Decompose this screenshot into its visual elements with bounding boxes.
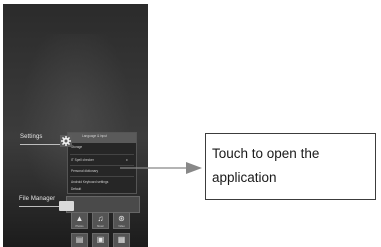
manual-figure: Settings Language & input Storage IT Spe… (0, 0, 381, 247)
grid-icon: ▦ (117, 235, 126, 244)
apk-tile[interactable]: ▣ (92, 233, 109, 247)
folder-icon[interactable] (59, 201, 74, 211)
settings-gear-icon[interactable] (60, 135, 72, 147)
music-icon: ♫ (97, 214, 104, 223)
tile-caption: Music (97, 225, 104, 228)
video-tile[interactable]: ⊛ Video (113, 212, 130, 229)
settings-row-default: Default (71, 187, 82, 191)
settings-divider (70, 176, 134, 177)
settings-row-spell-checker: IT Spell checker (71, 158, 94, 162)
gallery-tile[interactable]: ▲ Photos (71, 212, 88, 229)
settings-app-thumbnail[interactable]: Language & input Storage IT Spell checke… (67, 132, 137, 194)
settings-row-toggle-icon: ≡ (126, 158, 128, 162)
settings-row-dictionary: Personal dictionary (71, 169, 99, 173)
file-manager-app-thumbnail[interactable] (66, 196, 140, 213)
tile-caption: Video (118, 225, 125, 228)
settings-row-storage: Storage (71, 145, 83, 149)
video-icon: ⊛ (118, 214, 125, 223)
document-icon: ▤ (75, 235, 84, 244)
grid-tile[interactable]: ▦ (113, 233, 130, 247)
file-manager-app-label: File Manager (19, 196, 56, 202)
settings-leader-line (20, 144, 62, 145)
settings-row-keyboard: Android Keyboard settings (71, 180, 109, 184)
settings-app-label: Settings (20, 134, 43, 140)
callout-text: Touch to open the application (212, 146, 320, 185)
music-tile[interactable]: ♫ Music (92, 212, 109, 229)
document-tile[interactable]: ▤ (71, 233, 88, 247)
recent-apps-screen: Settings Language & input Storage IT Spe… (3, 4, 148, 247)
callout-box: Touch to open the application (205, 133, 376, 200)
settings-row-language: Language & input (82, 134, 107, 138)
file-manager-category-grid: ▲ Photos ♫ Music ⊛ Video ▤ ▣ ▦ (71, 212, 133, 247)
gallery-icon: ▲ (75, 214, 84, 223)
tile-caption: Photos (75, 225, 84, 228)
settings-divider (70, 165, 134, 166)
file-manager-leader-line (19, 206, 59, 207)
apk-icon: ▣ (96, 235, 105, 244)
settings-divider (70, 154, 134, 155)
